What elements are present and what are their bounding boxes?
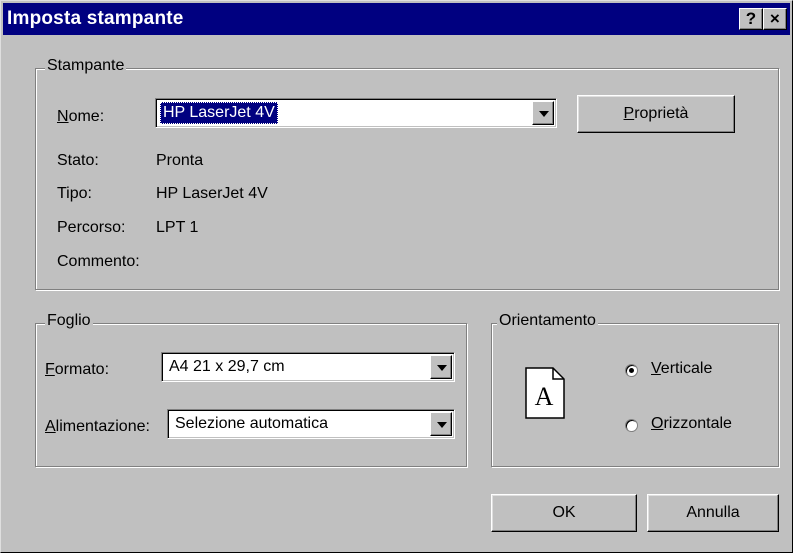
- status-value: Pronta: [156, 152, 204, 169]
- printer-group-legend: Stampante: [45, 57, 127, 75]
- status-label: Stato:: [57, 152, 99, 169]
- properties-button[interactable]: Proprietà: [577, 95, 735, 133]
- portrait-radio[interactable]: [625, 364, 638, 377]
- printer-name-select[interactable]: HP LaserJet 4V: [155, 98, 557, 128]
- format-value: A4 21 x 29,7 cm: [169, 358, 285, 375]
- comment-label: Commento:: [57, 253, 140, 270]
- path-value: LPT 1: [156, 219, 199, 236]
- chevron-down-icon[interactable]: [430, 412, 452, 436]
- print-setup-dialog: Imposta stampante ? × Stampante Nome: HP…: [0, 0, 793, 553]
- type-value: HP LaserJet 4V: [156, 185, 268, 202]
- close-button[interactable]: ×: [763, 8, 787, 30]
- paper-group: [35, 323, 467, 467]
- landscape-radio[interactable]: [625, 419, 638, 432]
- source-select[interactable]: Selezione automatica: [167, 409, 455, 439]
- format-label: Formato:: [45, 361, 110, 378]
- format-select[interactable]: A4 21 x 29,7 cm: [161, 352, 455, 382]
- source-label: Alimentazione:: [45, 418, 150, 435]
- printer-name-value: HP LaserJet 4V: [160, 102, 278, 124]
- portrait-page-icon: A: [525, 367, 565, 419]
- chevron-down-icon[interactable]: [430, 355, 452, 379]
- window-title: Imposta stampante: [7, 8, 184, 29]
- help-icon: ?: [745, 9, 757, 28]
- cancel-button[interactable]: Annulla: [647, 494, 779, 532]
- page-letter: A: [535, 382, 554, 411]
- help-button[interactable]: ?: [739, 8, 763, 30]
- landscape-label[interactable]: Orizzontale: [651, 414, 732, 434]
- orientation-group-legend: Orientamento: [497, 312, 598, 330]
- ok-button[interactable]: OK: [491, 494, 637, 532]
- title-bar[interactable]: Imposta stampante ? ×: [3, 3, 790, 35]
- portrait-label[interactable]: Verticale: [651, 359, 712, 379]
- close-icon: ×: [769, 9, 781, 28]
- path-label: Percorso:: [57, 219, 126, 236]
- chevron-down-icon[interactable]: [532, 101, 554, 125]
- source-value: Selezione automatica: [175, 415, 328, 432]
- type-label: Tipo:: [57, 185, 92, 202]
- paper-group-legend: Foglio: [45, 312, 93, 330]
- printer-name-label: Nome:: [57, 108, 105, 125]
